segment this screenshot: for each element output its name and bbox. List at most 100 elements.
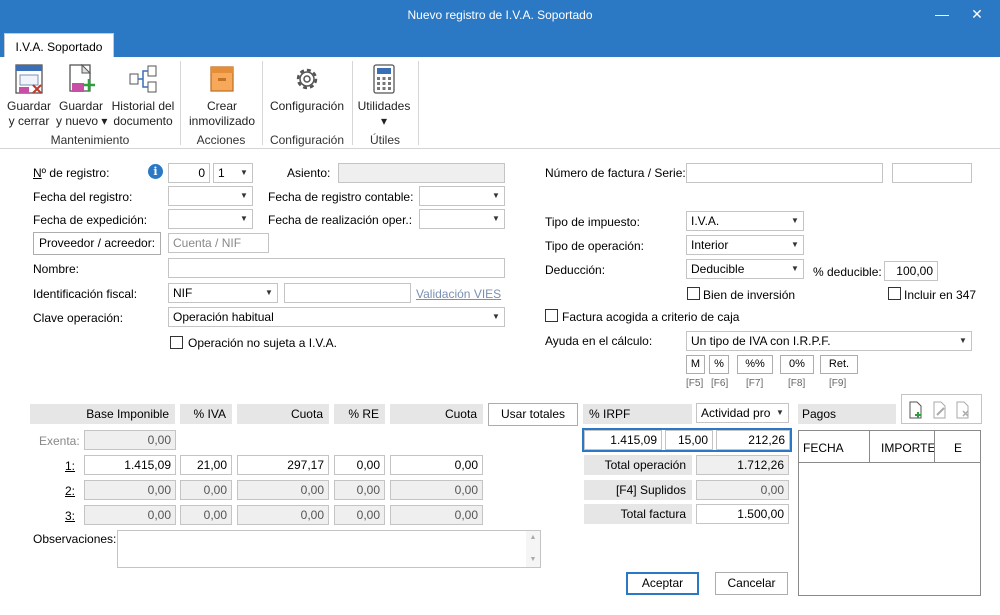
row-3-cuota-re[interactable]: 0,00 <box>390 505 483 525</box>
history-tree-icon <box>129 65 157 93</box>
minimize-button[interactable]: — <box>932 6 952 22</box>
incluir-347-checkbox[interactable] <box>888 287 901 300</box>
irpf-cuota[interactable]: 212,26 <box>716 430 790 450</box>
n-registro-field[interactable]: 0 <box>168 163 210 183</box>
fecha-realizacion-field[interactable]: ▼ <box>419 209 505 229</box>
suplidos-value: 0,00 <box>696 480 789 500</box>
guardar-nuevo-button[interactable]: Guardar y nuevo ▾ <box>56 63 107 129</box>
fecha-registro-field[interactable]: ▼ <box>168 186 253 206</box>
delete-document-icon[interactable] <box>955 401 971 419</box>
tipo-operacion-select[interactable]: Interior ▼ <box>686 235 804 255</box>
group-configuracion: Configuración <box>269 133 345 147</box>
criterio-caja-checkbox[interactable] <box>545 309 558 322</box>
nombre-field[interactable] <box>168 258 505 278</box>
calc-ret-button[interactable]: Ret. <box>820 355 858 374</box>
tab-iva-soportado[interactable]: I.V.A. Soportado <box>4 33 114 59</box>
row-3-iva[interactable]: 0,00 <box>180 505 232 525</box>
total-operacion-value: 1.712,26 <box>696 455 789 475</box>
cancelar-button[interactable]: Cancelar <box>715 572 788 595</box>
chevron-down-icon: ▼ <box>791 264 799 273</box>
edit-document-icon[interactable] <box>932 401 948 419</box>
serie-field[interactable] <box>892 163 972 183</box>
new-document-icon[interactable] <box>908 401 924 419</box>
key-f8: [F8] <box>788 378 806 389</box>
aceptar-button[interactable]: Aceptar <box>626 572 699 595</box>
row-3-cuota[interactable]: 0,00 <box>237 505 329 525</box>
numero-factura-field[interactable] <box>686 163 883 183</box>
row-2-iva[interactable]: 0,00 <box>180 480 232 500</box>
row-2-cuota-re[interactable]: 0,00 <box>390 480 483 500</box>
calculator-icon <box>373 64 395 94</box>
chevron-down-icon: ▼ <box>492 214 500 223</box>
key-f6: [F6] <box>711 378 729 389</box>
usar-totales-button[interactable]: Usar totales <box>488 403 578 426</box>
observaciones-field[interactable]: ▲ ▼ <box>117 530 541 568</box>
fecha-registro-contable-field[interactable]: ▼ <box>419 186 505 206</box>
validacion-vies-link[interactable]: Validación VIES <box>416 287 501 301</box>
proveedor-button[interactable]: Proveedor / acreedor: <box>33 232 161 255</box>
clave-operacion-select[interactable]: Operación habitual ▼ <box>168 307 505 327</box>
pagos-header-row: FECHA IMPORTE E <box>799 431 980 463</box>
info-icon[interactable]: i <box>148 164 163 179</box>
column-divider <box>869 431 870 463</box>
ribbon: Guardar y cerrar Guardar y nuevo ▾ Histo… <box>0 57 1000 149</box>
calc-m-button[interactable]: M <box>686 355 705 374</box>
close-button[interactable]: ✕ <box>967 6 987 23</box>
pagos-table[interactable]: FECHA IMPORTE E <box>798 430 981 596</box>
calc-pct-button[interactable]: % <box>709 355 729 374</box>
deduccion-select[interactable]: Deducible ▼ <box>686 259 804 279</box>
row-1-iva[interactable]: 21,00 <box>180 455 232 475</box>
chevron-down-icon: ▼ <box>492 312 500 321</box>
irpf-pct[interactable]: 15,00 <box>665 430 713 450</box>
asiento-field <box>338 163 505 183</box>
row-2-base[interactable]: 0,00 <box>84 480 176 500</box>
irpf-base[interactable]: 1.415,09 <box>584 430 662 450</box>
row-3-base[interactable]: 0,00 <box>84 505 176 525</box>
ayuda-calculo-select[interactable]: Un tipo de IVA con I.R.P.F. ▼ <box>686 331 972 351</box>
bien-inversion-checkbox[interactable] <box>687 287 700 300</box>
observaciones-scrollbar[interactable]: ▲ ▼ <box>526 531 540 567</box>
ribbon-separator <box>418 61 419 145</box>
identificacion-select[interactable]: NIF ▼ <box>168 283 278 303</box>
row-2-re[interactable]: 0,00 <box>334 480 385 500</box>
tipo-impuesto-select[interactable]: I.V.A. ▼ <box>686 211 804 231</box>
save-new-icon <box>69 63 95 92</box>
no-sujeta-checkbox[interactable] <box>170 336 183 349</box>
pct-deducible-field[interactable]: 100,00 <box>884 261 938 281</box>
pagos-col-e[interactable]: E <box>954 441 962 455</box>
utilidades-label: Utilidades ▾ <box>357 99 411 128</box>
total-factura-value[interactable]: 1.500,00 <box>696 504 789 524</box>
configuracion-label: Configuración <box>269 99 345 113</box>
n-registro-serie-select[interactable]: 1 ▼ <box>213 163 253 183</box>
pagos-col-fecha[interactable]: FECHA <box>803 441 844 455</box>
chevron-down-icon: ▼ <box>240 214 248 223</box>
tipo-impuesto-label: Tipo de impuesto: <box>545 215 640 229</box>
pagos-col-importe[interactable]: IMPORTE <box>881 441 935 455</box>
guardar-cerrar-label: Guardar y cerrar <box>6 99 52 128</box>
actividad-select[interactable]: Actividad pro ▼ <box>696 403 789 423</box>
row-1-cuota-re[interactable]: 0,00 <box>390 455 483 475</box>
configuracion-button[interactable]: Configuración <box>266 63 348 114</box>
utilidades-button[interactable]: Utilidades ▾ <box>354 63 414 129</box>
ribbon-tabstrip: I.V.A. Soportado <box>0 31 1000 59</box>
calc-zero-button[interactable]: 0% <box>780 355 814 374</box>
cuenta-nif-input[interactable]: Cuenta / NIF <box>168 233 269 253</box>
guardar-cerrar-button[interactable]: Guardar y cerrar <box>4 63 54 129</box>
historial-button[interactable]: Historial del documento <box>110 63 176 129</box>
row-1-base[interactable]: 1.415,09 <box>84 455 176 475</box>
identificacion-value: NIF <box>173 286 193 300</box>
ayuda-calculo-label: Ayuda en el cálculo: <box>545 334 653 348</box>
calc-pctpct-button[interactable]: %% <box>737 355 773 374</box>
clave-operacion-label: Clave operación: <box>33 311 124 325</box>
fecha-expedicion-field[interactable]: ▼ <box>168 209 253 229</box>
nif-number-field[interactable] <box>284 283 411 303</box>
fecha-realizacion-label: Fecha de realización oper.: <box>268 213 413 227</box>
ayuda-calculo-value: Un tipo de IVA con I.R.P.F. <box>691 334 831 348</box>
crear-inmovilizado-button[interactable]: Crear inmovilizado <box>186 63 258 129</box>
row-2-cuota[interactable]: 0,00 <box>237 480 329 500</box>
no-sujeta-label: Operación no sujeta a I.V.A. <box>188 336 337 350</box>
tipo-impuesto-value: I.V.A. <box>691 214 720 228</box>
row-1-re[interactable]: 0,00 <box>334 455 385 475</box>
row-3-re[interactable]: 0,00 <box>334 505 385 525</box>
row-1-cuota[interactable]: 297,17 <box>237 455 329 475</box>
